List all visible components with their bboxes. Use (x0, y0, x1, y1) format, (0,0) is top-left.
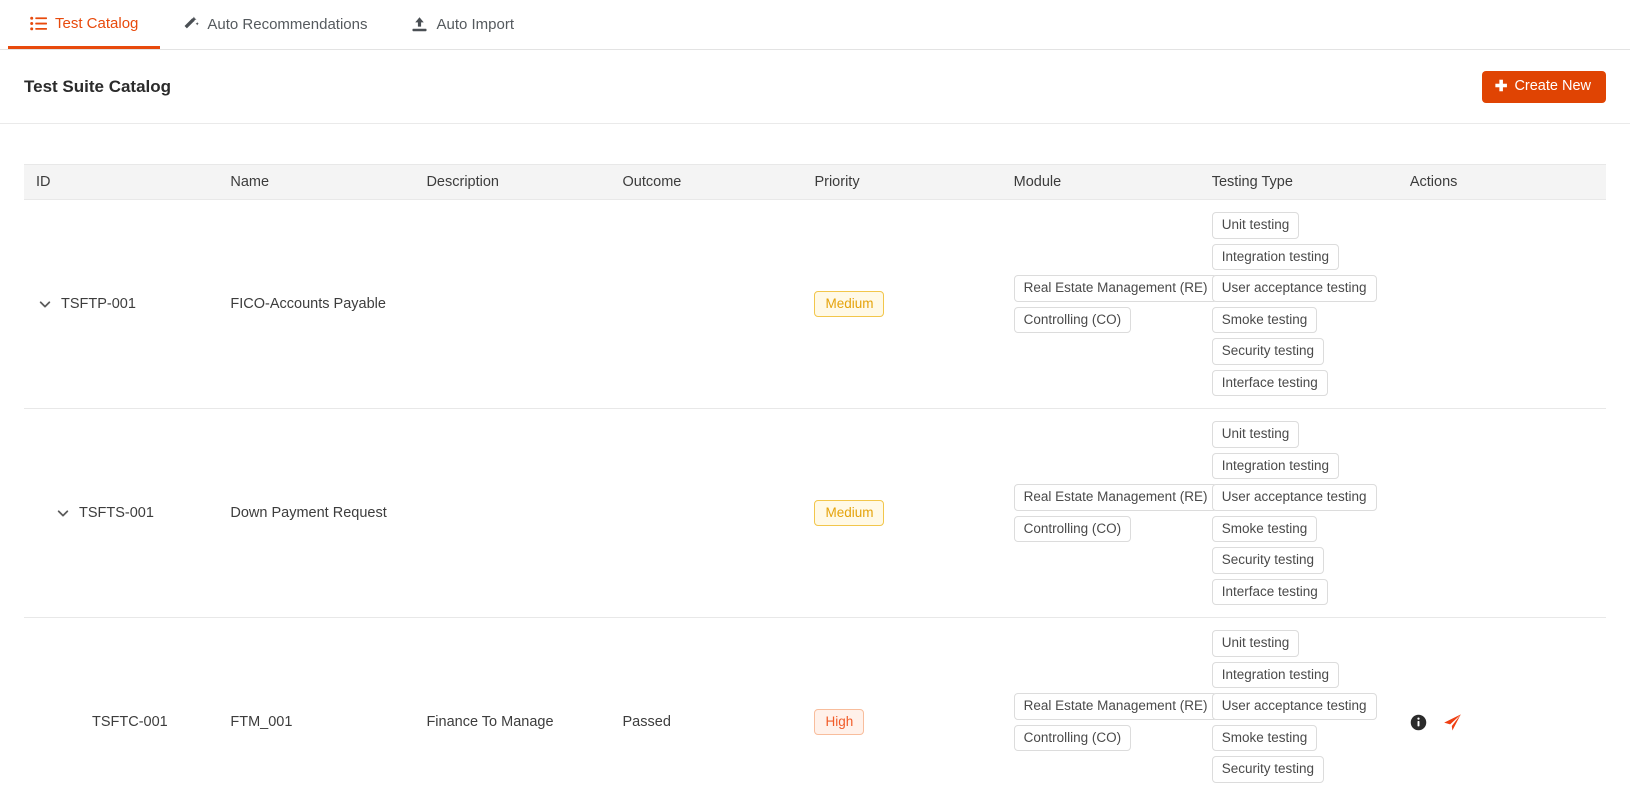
testing-type-chip: Unit testing (1211, 421, 1300, 448)
testing-type-chip-list: Unit testing Integration testing User acce… (1211, 630, 1404, 788)
actions-group (1410, 713, 1600, 732)
testing-type-chip: Integration testing (1211, 452, 1340, 480)
id-cell-content: TSFTP-001 (24, 296, 224, 312)
plus-icon: ✚ (1494, 77, 1508, 95)
cell-module: Real Estate Management (RE) Controlling (… (1013, 408, 1218, 619)
tab-label: Auto Import (436, 16, 515, 33)
testing-type-chip: Unit testing (1211, 630, 1300, 657)
cell-testing-type: Unit testing Integration testing User acce… (1211, 617, 1410, 788)
tab-label: Test Catalog (55, 14, 139, 32)
row-id-label: TSFTC-001 (92, 714, 168, 731)
cell-actions (1409, 617, 1606, 788)
cell-id: TSFTS-001 (24, 408, 231, 619)
info-icon[interactable] (1410, 714, 1427, 731)
column-header-name[interactable]: Name (230, 164, 427, 200)
table-header-row: ID Name Description Outcome Priority Mod… (24, 164, 1606, 200)
page-title: Test Suite Catalog (24, 76, 172, 96)
tab-auto-recommendations[interactable]: Auto Recommendations (160, 0, 389, 49)
testing-type-chip: User acceptance testing (1211, 693, 1377, 720)
priority-badge: Medium (814, 499, 885, 527)
table-body: TSFTP-001 FICO-Accounts Payable Medium Real… (24, 199, 1606, 788)
testing-type-chip: Smoke testing (1211, 724, 1318, 752)
testing-type-chip: Security testing (1211, 756, 1325, 783)
testing-type-chip: Interface testing (1211, 578, 1328, 606)
testing-type-chip: Unit testing (1211, 212, 1300, 239)
cell-priority: High (814, 617, 1014, 788)
testing-type-chip: Interface testing (1211, 369, 1328, 397)
main-tab-bar: Test Catalog Auto Recommendations Auto I… (0, 0, 1630, 50)
cell-testing-type: Unit testing Integration testing User acce… (1211, 408, 1410, 619)
table-header: ID Name Description Outcome Priority Mod… (24, 164, 1606, 200)
cell-id: TSFTP-001 (24, 199, 231, 410)
cell-actions (1409, 199, 1606, 410)
cell-description: Finance To Manage (426, 617, 623, 788)
testing-type-chip-list: Unit testing Integration testing User acce… (1211, 212, 1404, 397)
module-chip-list: Real Estate Management (RE) Controlling (… (1013, 484, 1218, 543)
module-chip: Real Estate Management (RE) (1013, 275, 1218, 302)
cell-actions (1409, 408, 1606, 619)
tab-label: Auto Recommendations (207, 16, 368, 33)
testing-type-chip: Smoke testing (1211, 306, 1318, 334)
column-header-id[interactable]: ID (24, 164, 231, 200)
table-row[interactable]: TSFTS-001 Down Payment Request Medium Real … (24, 408, 1606, 619)
testing-type-chip: Integration testing (1211, 661, 1340, 689)
module-chip: Controlling (CO) (1013, 306, 1132, 334)
catalog-table-container: ID Name Description Outcome Priority Mod… (0, 124, 1630, 788)
cell-module: Real Estate Management (RE) Controlling (… (1013, 617, 1218, 788)
cell-outcome: Passed (622, 617, 815, 788)
page-header: Test Suite Catalog ✚ Create New (0, 50, 1630, 124)
create-new-label: Create New (1514, 77, 1591, 94)
cell-name: FTM_001 (230, 617, 427, 788)
cell-outcome (622, 199, 815, 410)
magic-wand-icon (182, 16, 200, 33)
tab-test-catalog[interactable]: Test Catalog (8, 0, 161, 49)
cell-priority: Medium (814, 199, 1014, 410)
testing-type-chip: Security testing (1211, 547, 1325, 574)
column-header-testing-type[interactable]: Testing Type (1211, 164, 1410, 200)
table-row[interactable]: TSFTP-001 FICO-Accounts Payable Medium Real… (24, 199, 1606, 410)
column-header-description[interactable]: Description (426, 164, 623, 200)
cell-id: TSFTC-001 (24, 617, 231, 788)
tab-auto-import[interactable]: Auto Import (389, 0, 536, 49)
cell-testing-type: Unit testing Integration testing User acce… (1211, 199, 1410, 410)
row-id-label: TSFTS-001 (79, 505, 154, 522)
testing-type-chip: Smoke testing (1211, 515, 1318, 543)
row-id-label: TSFTP-001 (61, 296, 136, 313)
chevron-down-icon[interactable] (56, 506, 70, 520)
module-chip: Controlling (CO) (1013, 515, 1132, 543)
cell-outcome (622, 408, 815, 619)
testing-type-chip: User acceptance testing (1211, 275, 1377, 302)
column-header-module[interactable]: Module (1013, 164, 1212, 200)
priority-badge: Medium (814, 290, 885, 318)
priority-badge: High (814, 708, 865, 736)
cell-description (426, 199, 623, 410)
testing-type-chip-list: Unit testing Integration testing User acce… (1211, 421, 1404, 606)
module-chip: Real Estate Management (RE) (1013, 693, 1218, 720)
testing-type-chip: Security testing (1211, 338, 1325, 365)
id-cell-content: TSFTC-001 (24, 714, 224, 730)
cell-description (426, 408, 623, 619)
upload-icon (411, 16, 428, 33)
cell-name: FICO-Accounts Payable (230, 199, 427, 410)
testing-type-chip: Integration testing (1211, 243, 1340, 271)
chevron-down-icon[interactable] (38, 297, 52, 311)
column-header-outcome[interactable]: Outcome (622, 164, 815, 200)
module-chip: Controlling (CO) (1013, 724, 1132, 752)
testing-type-chip: User acceptance testing (1211, 484, 1377, 511)
id-cell-content: TSFTS-001 (24, 505, 224, 521)
list-icon (30, 15, 47, 32)
column-header-actions: Actions (1409, 164, 1606, 200)
cell-name: Down Payment Request (230, 408, 427, 619)
create-new-button[interactable]: ✚ Create New (1481, 70, 1606, 103)
send-icon[interactable] (1443, 713, 1462, 732)
cell-module: Real Estate Management (RE) Controlling (… (1013, 199, 1218, 410)
column-header-priority[interactable]: Priority (814, 164, 1014, 200)
cell-priority: Medium (814, 408, 1014, 619)
module-chip-list: Real Estate Management (RE) Controlling (… (1013, 275, 1218, 334)
test-suite-catalog-table: ID Name Description Outcome Priority Mod… (24, 164, 1606, 788)
module-chip: Real Estate Management (RE) (1013, 484, 1218, 511)
table-row[interactable]: TSFTC-001 FTM_001 Finance To Manage Passed H… (24, 617, 1606, 788)
module-chip-list: Real Estate Management (RE) Controlling (… (1013, 693, 1218, 752)
